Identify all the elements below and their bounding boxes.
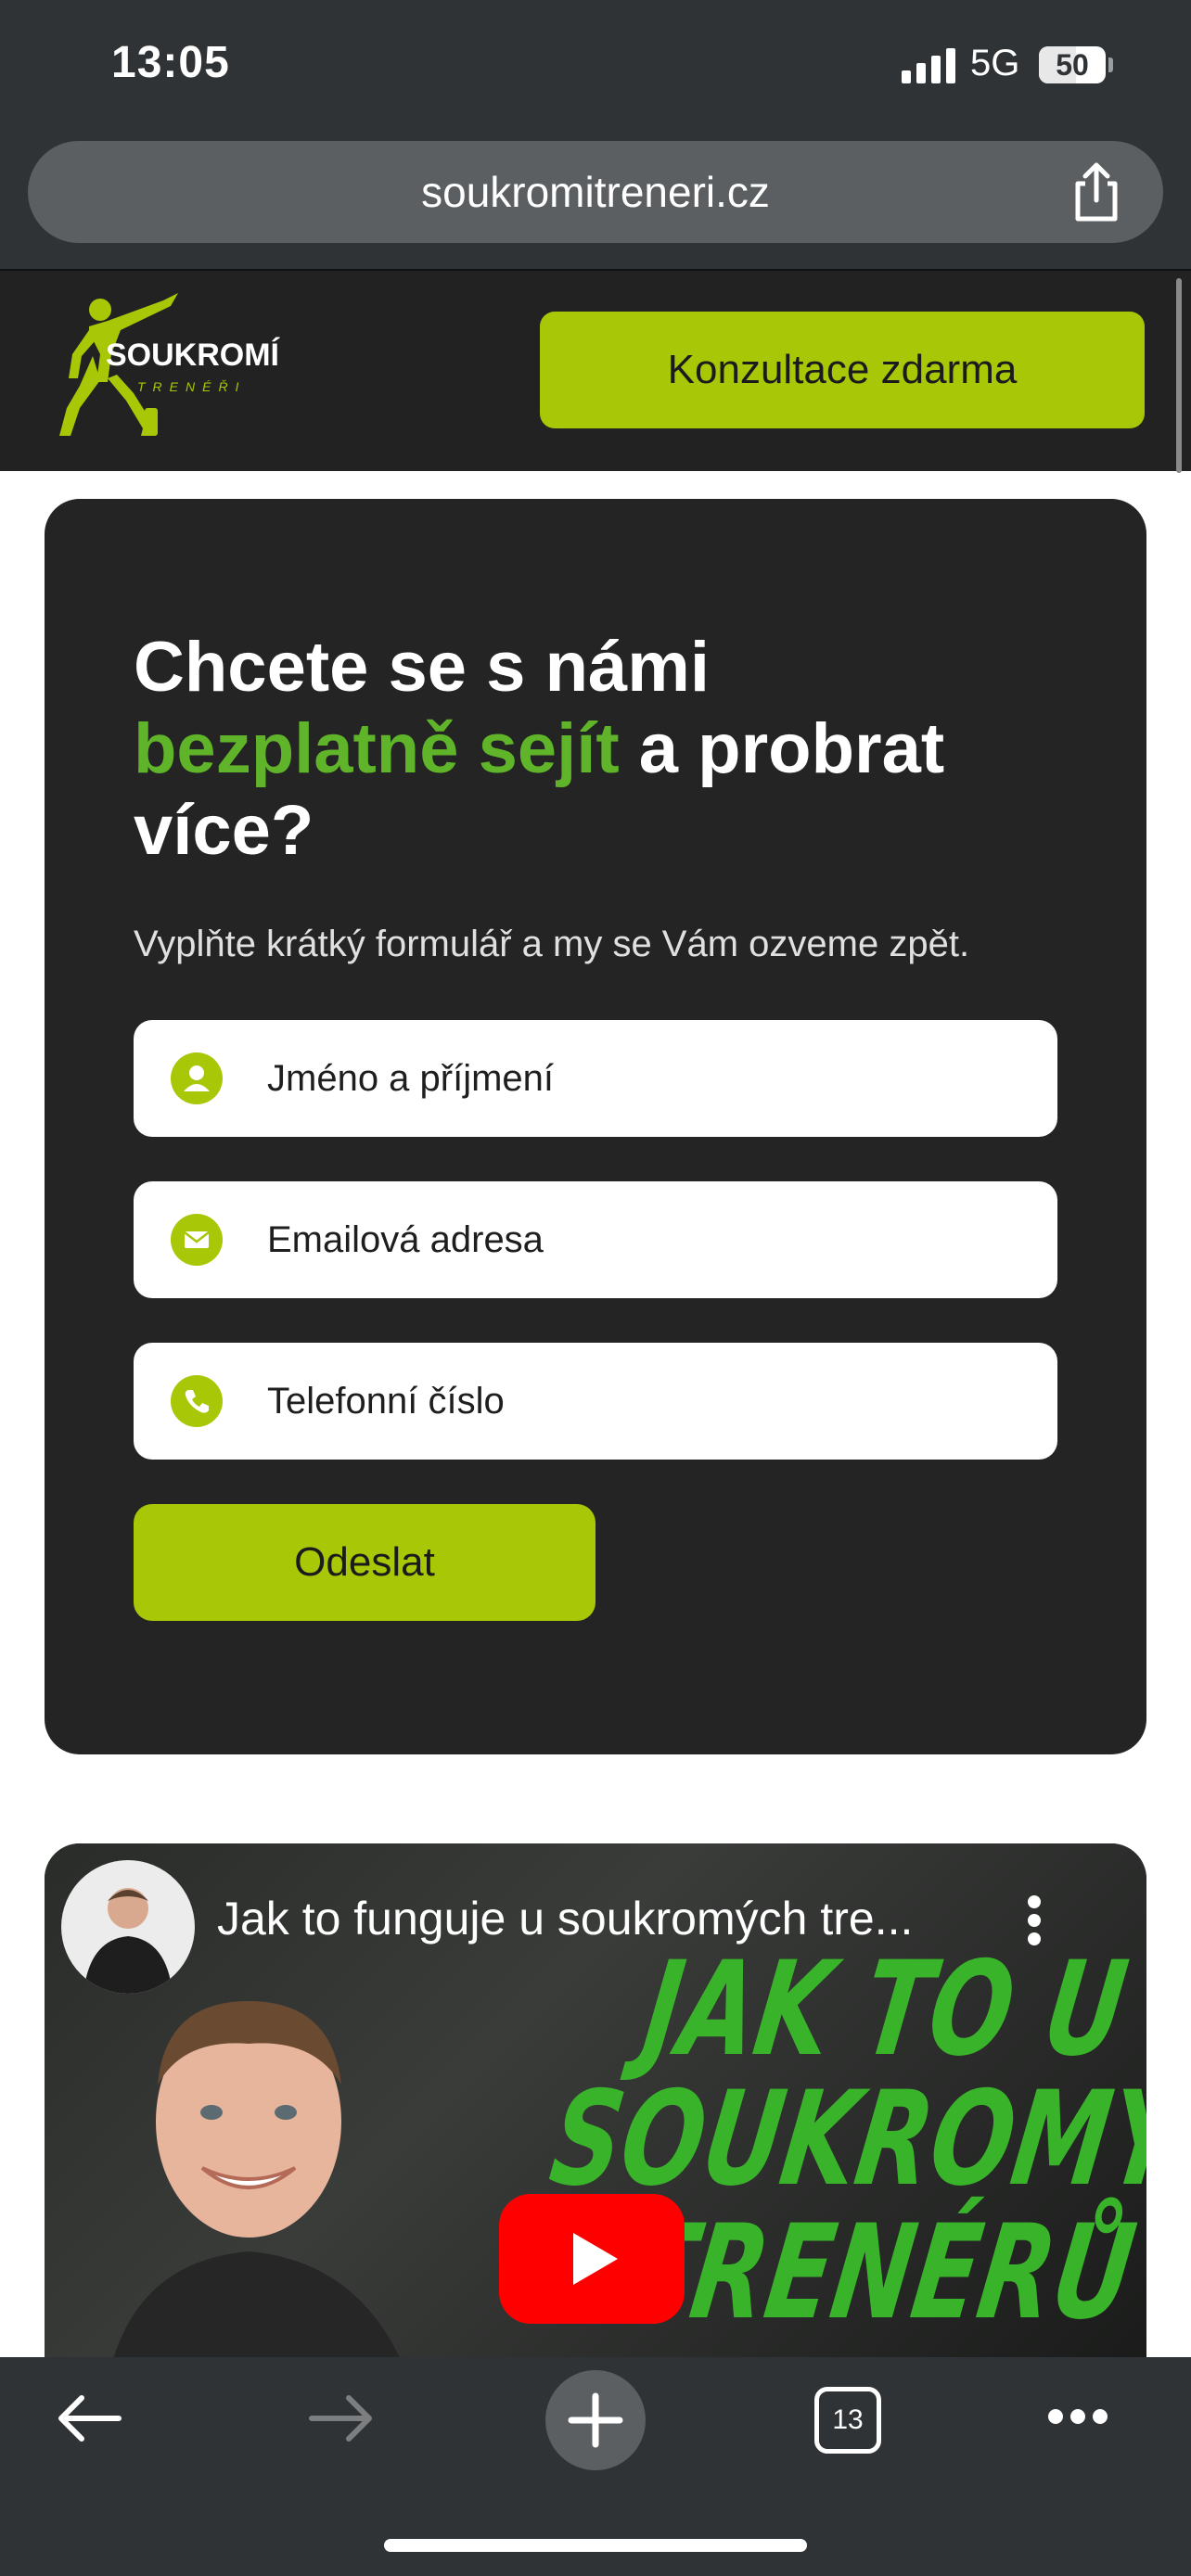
form-heading: Chcete se s námi bezplatně sejít a probra… bbox=[134, 627, 1061, 872]
presenter-face-image bbox=[111, 2001, 403, 2363]
form-subtext: Vyplňte krátký formulář a my se Vám ozve… bbox=[134, 924, 970, 964]
envelope-icon bbox=[171, 1214, 223, 1266]
email-field[interactable]: Emailová adresa bbox=[134, 1181, 1057, 1298]
new-tab-plus-icon[interactable] bbox=[545, 2370, 646, 2470]
name-placeholder[interactable]: Jméno a příjmení bbox=[267, 1020, 554, 1137]
more-menu-icon[interactable] bbox=[1048, 2409, 1115, 2428]
home-indicator[interactable] bbox=[384, 2539, 807, 2552]
more-options-icon[interactable] bbox=[1028, 1895, 1046, 1951]
battery-icon: 50 bbox=[1039, 46, 1106, 83]
cellular-signal-icon bbox=[902, 46, 955, 83]
url-text[interactable]: soukromitreneri.cz bbox=[28, 141, 1163, 243]
share-icon[interactable] bbox=[1069, 159, 1124, 224]
youtube-embed[interactable]: JAK TO U SOUKROMÝCH TRENÉRŮ Jak to fungu… bbox=[45, 1843, 1146, 2363]
heading-line1: Chcete se s námi bbox=[134, 628, 710, 707]
overlay-line-2: SOUKROMÝCH bbox=[542, 2062, 1146, 2215]
battery-level: 50 bbox=[1056, 48, 1089, 82]
submit-button[interactable]: Odeslat bbox=[134, 1504, 596, 1621]
phone-placeholder[interactable]: Telefonní číslo bbox=[267, 1343, 505, 1460]
logo-text: SOUKROMÍ bbox=[106, 338, 281, 373]
tab-switcher-button[interactable]: 13 bbox=[814, 2387, 881, 2454]
battery-tip bbox=[1108, 57, 1113, 72]
heading-line3: více? bbox=[134, 791, 314, 870]
site-logo[interactable]: SOUKROMÍ TRENÉŘI bbox=[52, 289, 293, 447]
forward-arrow-icon[interactable] bbox=[304, 2391, 378, 2446]
name-field[interactable]: Jméno a příjmení bbox=[134, 1020, 1057, 1137]
video-title[interactable]: Jak to funguje u soukromých tre... bbox=[217, 1892, 1015, 1945]
logo-subtext: TRENÉŘI bbox=[137, 379, 246, 394]
page-scrollbar[interactable] bbox=[1176, 278, 1182, 473]
channel-avatar[interactable] bbox=[61, 1860, 195, 1994]
overlay-line-3: TRENÉRŮ bbox=[616, 2196, 1144, 2349]
athlete-logo-icon: SOUKROMÍ TRENÉŘI bbox=[59, 293, 281, 436]
heading-line2: a probrat bbox=[619, 709, 945, 788]
heading-accent: bezplatně sejít bbox=[134, 709, 620, 788]
back-arrow-icon[interactable] bbox=[52, 2391, 126, 2446]
phone-field[interactable]: Telefonní číslo bbox=[134, 1343, 1057, 1460]
address-bar[interactable]: soukromitreneri.cz bbox=[28, 141, 1163, 243]
network-type: 5G bbox=[970, 43, 1020, 83]
person-icon bbox=[171, 1052, 223, 1104]
email-placeholder[interactable]: Emailová adresa bbox=[267, 1181, 544, 1298]
phone-icon bbox=[171, 1375, 223, 1427]
status-time: 13:05 bbox=[111, 38, 230, 87]
free-consultation-button[interactable]: Konzultace zdarma bbox=[540, 312, 1145, 428]
play-button-icon[interactable] bbox=[499, 2194, 685, 2324]
